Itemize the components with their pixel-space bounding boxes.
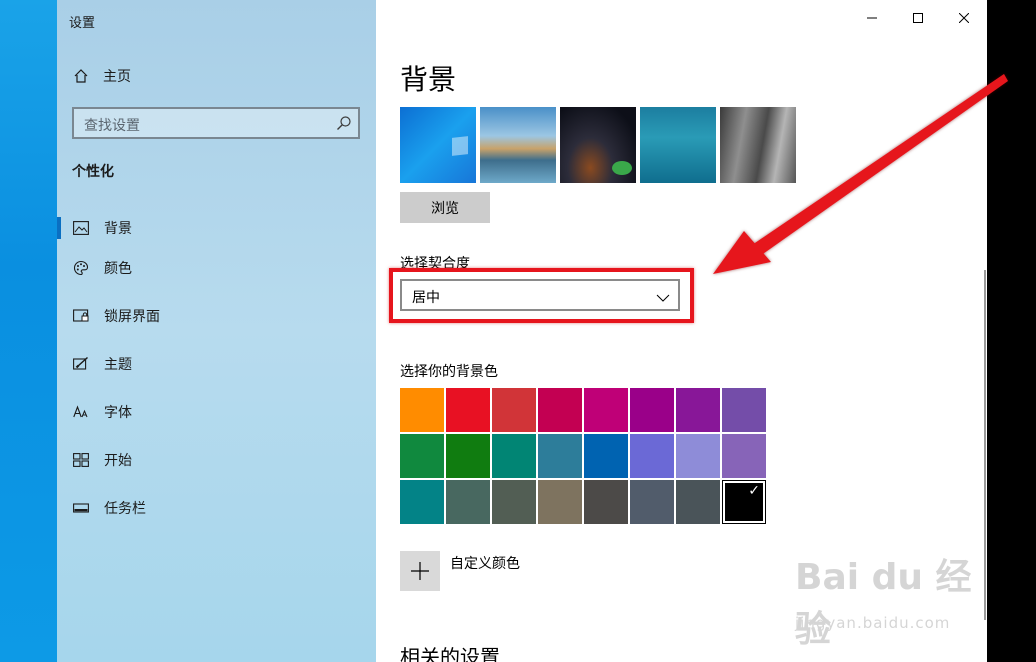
app-title: 设置 <box>69 16 96 31</box>
sidebar-item-label: 背景 <box>104 221 132 237</box>
nav-home-label: 主页 <box>103 69 131 85</box>
color-swatch[interactable] <box>400 434 444 478</box>
color-swatch[interactable] <box>722 434 766 478</box>
color-swatch-grid: ✓ <box>400 388 766 524</box>
close-button[interactable] <box>941 0 987 36</box>
wallpaper-thumbnail[interactable] <box>560 107 636 183</box>
minimize-button[interactable] <box>849 0 895 36</box>
color-swatch[interactable] <box>538 388 582 432</box>
color-swatch[interactable] <box>676 434 720 478</box>
maximize-icon <box>913 13 923 23</box>
section-title-personalization: 个性化 <box>72 164 114 180</box>
color-swatch[interactable] <box>538 480 582 524</box>
browse-button[interactable]: 浏览 <box>400 192 490 223</box>
sidebar-item-themes[interactable]: 主题 <box>57 340 376 388</box>
custom-color-label[interactable]: 自定义颜色 <box>450 553 520 573</box>
sidebar-item-colors[interactable]: 颜色 <box>57 244 376 292</box>
sidebar-item-label: 任务栏 <box>104 501 146 517</box>
maximize-button[interactable] <box>895 0 941 36</box>
taskbar-icon <box>73 500 89 516</box>
related-settings-heading: 相关的设置 <box>400 645 500 662</box>
font-icon <box>73 404 89 420</box>
minimize-icon <box>867 17 877 19</box>
sidebar-item-taskbar[interactable]: 任务栏 <box>57 484 376 532</box>
page-title: 背景 <box>400 63 457 96</box>
color-swatch[interactable] <box>584 480 628 524</box>
close-icon <box>959 13 969 23</box>
color-swatch[interactable] <box>676 480 720 524</box>
sidebar-item-label: 锁屏界面 <box>104 309 160 325</box>
sidebar-nav: 背景 颜色 锁屏界面 主题 字体 开始 任务栏 <box>57 212 376 532</box>
sidebar-item-background[interactable]: 背景 <box>57 212 376 244</box>
palette-icon <box>73 260 89 276</box>
color-swatch[interactable] <box>492 480 536 524</box>
start-grid-icon <box>73 452 89 468</box>
color-swatch[interactable] <box>446 388 490 432</box>
color-swatch[interactable] <box>446 480 490 524</box>
color-swatch[interactable] <box>400 388 444 432</box>
theme-brush-icon <box>73 356 89 372</box>
nav-home[interactable]: 主页 <box>73 66 131 86</box>
plus-icon <box>411 562 429 580</box>
sidebar-item-label: 主题 <box>104 357 132 373</box>
wallpaper-thumbnail[interactable] <box>640 107 716 183</box>
search-placeholder: 查找设置 <box>84 118 140 134</box>
color-swatch[interactable] <box>400 480 444 524</box>
color-swatch[interactable] <box>630 480 674 524</box>
color-swatch[interactable] <box>722 388 766 432</box>
color-swatch[interactable] <box>492 434 536 478</box>
sidebar-item-lock-screen[interactable]: 锁屏界面 <box>57 292 376 340</box>
sidebar-item-fonts[interactable]: 字体 <box>57 388 376 436</box>
recent-pictures <box>400 107 796 183</box>
sidebar-item-label: 字体 <box>104 405 132 421</box>
annotation-highlight-box <box>389 268 694 323</box>
window-controls <box>849 0 987 36</box>
color-swatch[interactable] <box>538 434 582 478</box>
desktop-background <box>0 0 57 662</box>
color-swatch[interactable] <box>630 434 674 478</box>
color-swatch[interactable] <box>584 434 628 478</box>
color-swatch[interactable]: ✓ <box>722 480 766 524</box>
watermark-sub: jingyan.baidu.com <box>795 614 951 632</box>
color-swatch[interactable] <box>492 388 536 432</box>
sidebar-item-label: 开始 <box>104 453 132 469</box>
desktop-black-area <box>987 0 1036 662</box>
sidebar-item-start[interactable]: 开始 <box>57 436 376 484</box>
wallpaper-thumbnail[interactable] <box>400 107 476 183</box>
color-swatch[interactable] <box>676 388 720 432</box>
checkmark-icon: ✓ <box>748 483 760 499</box>
baidu-watermark: Bai du 经验 jingyan.baidu.com <box>795 548 985 650</box>
color-swatch[interactable] <box>584 388 628 432</box>
picture-icon <box>73 220 89 236</box>
color-swatch[interactable] <box>446 434 490 478</box>
wallpaper-thumbnail[interactable] <box>720 107 796 183</box>
sidebar: 设置 主页 查找设置 个性化 背景 颜色 锁屏界面 主题 字体 开始 任务栏 <box>57 0 376 662</box>
color-swatch[interactable] <box>630 388 674 432</box>
search-input[interactable]: 查找设置 <box>72 107 360 139</box>
home-icon <box>73 68 89 84</box>
watermark-main: Bai du 经验 <box>795 557 972 650</box>
search-icon <box>336 115 352 131</box>
sidebar-item-label: 颜色 <box>104 261 132 277</box>
custom-color-button[interactable] <box>400 551 440 591</box>
background-color-label: 选择你的背景色 <box>400 364 498 380</box>
lock-screen-icon <box>73 308 89 324</box>
wallpaper-thumbnail[interactable] <box>480 107 556 183</box>
